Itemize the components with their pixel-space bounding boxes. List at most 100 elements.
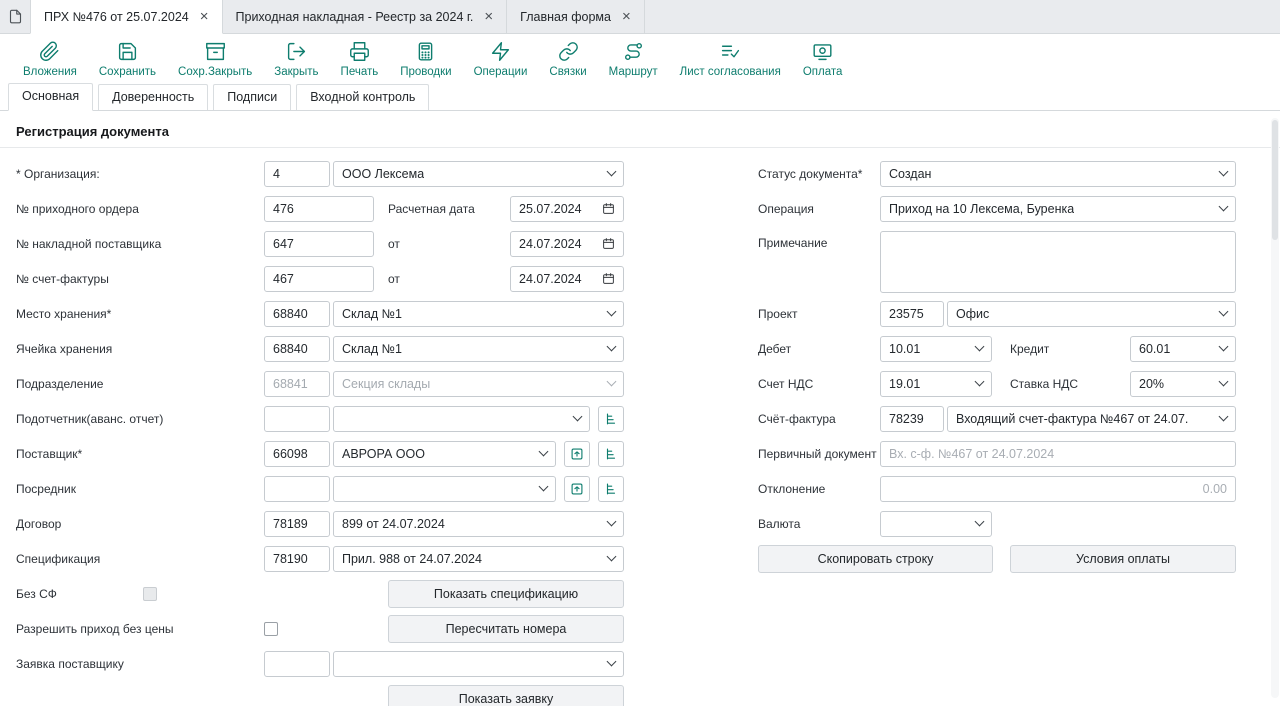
chevron-down-icon	[539, 447, 549, 457]
invoice-doc-select[interactable]: Входящий счет-фактура №467 от 24.07.	[947, 406, 1236, 432]
intermediary-select[interactable]	[333, 476, 556, 502]
contract-code-input[interactable]: 78189	[264, 511, 330, 537]
invoice-no-input[interactable]: 467	[264, 266, 374, 292]
chevron-down-icon	[975, 517, 985, 527]
primary-doc-placeholder: Вх. с-ф. №467 от 24.07.2024	[889, 447, 1054, 461]
accountable-code-input[interactable]	[264, 406, 330, 432]
tab-main[interactable]: Основная	[8, 83, 93, 111]
organization-label: * Организация:	[16, 167, 264, 181]
organization-select[interactable]: ООО Лексема	[333, 161, 624, 187]
status-select[interactable]: Создан	[880, 161, 1236, 187]
recalc-numbers-button[interactable]: Пересчитать номера	[388, 615, 624, 643]
supplier-code-input[interactable]: 66098	[264, 441, 330, 467]
scrollbar-thumb[interactable]	[1272, 120, 1278, 240]
right-column: Статус документа* Создан Операция Приход…	[758, 156, 1236, 576]
deviation-input: 0.00	[880, 476, 1236, 502]
links-button[interactable]: Связки	[538, 41, 597, 78]
accountable-select[interactable]	[333, 406, 590, 432]
no-sf-checkbox[interactable]	[143, 587, 157, 601]
paperclip-icon	[39, 41, 60, 62]
supplier-request-select[interactable]	[333, 651, 624, 677]
storage-place-select[interactable]: Склад №1	[333, 301, 624, 327]
operations-button[interactable]: Операции	[463, 41, 539, 78]
postings-button[interactable]: Проводки	[389, 41, 462, 78]
status-label: Статус документа*	[758, 167, 880, 181]
close-icon[interactable]: ×	[622, 9, 631, 24]
toolbar-label: Вложения	[23, 66, 77, 78]
vat-account-select[interactable]: 19.01	[880, 371, 992, 397]
intermediary-open-card-button[interactable]	[564, 476, 590, 502]
window-tab-registry[interactable]: Приходная накладная - Реестр за 2024 г. …	[223, 0, 508, 33]
window-tab-main-form[interactable]: Главная форма ×	[507, 0, 645, 33]
contract-select[interactable]: 899 от 24.07.2024	[333, 511, 624, 537]
note-textarea[interactable]	[880, 231, 1236, 293]
specification-code-input[interactable]: 78190	[264, 546, 330, 572]
close-button[interactable]: Закрыть	[263, 41, 329, 78]
supplier-open-card-button[interactable]	[564, 441, 590, 467]
order-no-input[interactable]: 476	[264, 196, 374, 222]
vertical-scrollbar[interactable]	[1271, 118, 1279, 698]
route-button[interactable]: Маршрут	[598, 41, 669, 78]
window-tab-prx-document[interactable]: ПРХ №476 от 25.07.2024 ×	[30, 0, 223, 34]
close-icon[interactable]: ×	[200, 9, 209, 24]
show-request-button[interactable]: Показать заявку	[388, 685, 624, 706]
project-select[interactable]: Офис	[947, 301, 1236, 327]
accountable-tree-button[interactable]	[598, 406, 624, 432]
allow-no-price-checkbox[interactable]	[264, 622, 278, 636]
row-deviation: Отклонение 0.00	[758, 471, 1236, 506]
intermediary-code-input[interactable]	[264, 476, 330, 502]
toolbar-label: Проводки	[400, 66, 451, 78]
payment-button[interactable]: Оплата	[792, 41, 854, 78]
storage-place-code-input[interactable]: 68840	[264, 301, 330, 327]
storage-cell-code-input[interactable]: 68840	[264, 336, 330, 362]
vat-rate-label: Ставка НДС	[1010, 377, 1078, 391]
copy-row-button[interactable]: Скопировать строку	[758, 545, 993, 573]
specification-select[interactable]: Прил. 988 от 24.07.2024	[333, 546, 624, 572]
primary-doc-input[interactable]: Вх. с-ф. №467 от 24.07.2024	[880, 441, 1236, 467]
intermediary-tree-button[interactable]	[598, 476, 624, 502]
calculator-icon	[415, 41, 436, 62]
lightning-icon	[490, 41, 511, 62]
invoice-doc-code-input[interactable]: 78239	[880, 406, 944, 432]
deviation-label: Отклонение	[758, 482, 880, 496]
save-button[interactable]: Сохранить	[88, 41, 167, 78]
specification-label: Спецификация	[16, 552, 264, 566]
debit-select[interactable]: 10.01	[880, 336, 992, 362]
chevron-down-icon	[1219, 377, 1229, 387]
tab-power-of-attorney[interactable]: Доверенность	[98, 84, 208, 110]
chevron-down-icon	[607, 167, 617, 177]
toolbar-label: Лист согласования	[680, 66, 781, 78]
credit-select[interactable]: 60.01	[1130, 336, 1236, 362]
tab-signatures[interactable]: Подписи	[213, 84, 291, 110]
attachments-button[interactable]: Вложения	[12, 41, 88, 78]
storage-cell-select[interactable]: Склад №1	[333, 336, 624, 362]
supplier-tree-button[interactable]	[598, 441, 624, 467]
payment-terms-button[interactable]: Условия оплаты	[1010, 545, 1236, 573]
window-tab-label: ПРХ №476 от 25.07.2024	[44, 10, 189, 24]
supplier-invoice-no-input[interactable]: 647	[264, 231, 374, 257]
project-code-input[interactable]: 23575	[880, 301, 944, 327]
chevron-down-icon	[607, 342, 617, 352]
calendar-icon[interactable]	[602, 202, 615, 215]
no-sf-label: Без СФ	[16, 587, 143, 601]
show-specification-button[interactable]: Показать спецификацию	[388, 580, 624, 608]
supplier-select[interactable]: АВРОРА ООО	[333, 441, 556, 467]
save-close-button[interactable]: Сохр.Закрыть	[167, 41, 263, 78]
invoice-date-input[interactable]: 24.07.2024	[510, 266, 624, 292]
calendar-icon[interactable]	[602, 237, 615, 250]
vat-rate-select[interactable]: 20%	[1130, 371, 1236, 397]
calc-date-input[interactable]: 25.07.2024	[510, 196, 624, 222]
approval-sheet-button[interactable]: Лист согласования	[669, 41, 792, 78]
toolbar-label: Маршрут	[609, 66, 658, 78]
operation-select[interactable]: Приход на 10 Лексема, Буренка	[880, 196, 1236, 222]
tab-input-control[interactable]: Входной контроль	[296, 84, 429, 110]
currency-select[interactable]	[880, 511, 992, 537]
open-record-icon	[570, 447, 584, 461]
organization-code-input[interactable]: 4	[264, 161, 330, 187]
supplier-invoice-date-input[interactable]: 24.07.2024	[510, 231, 624, 257]
calendar-icon[interactable]	[602, 272, 615, 285]
close-icon[interactable]: ×	[484, 9, 493, 24]
supplier-request-code-input[interactable]	[264, 651, 330, 677]
accountable-label: Подотчетник(аванс. отчет)	[16, 412, 264, 426]
print-button[interactable]: Печать	[330, 41, 390, 78]
